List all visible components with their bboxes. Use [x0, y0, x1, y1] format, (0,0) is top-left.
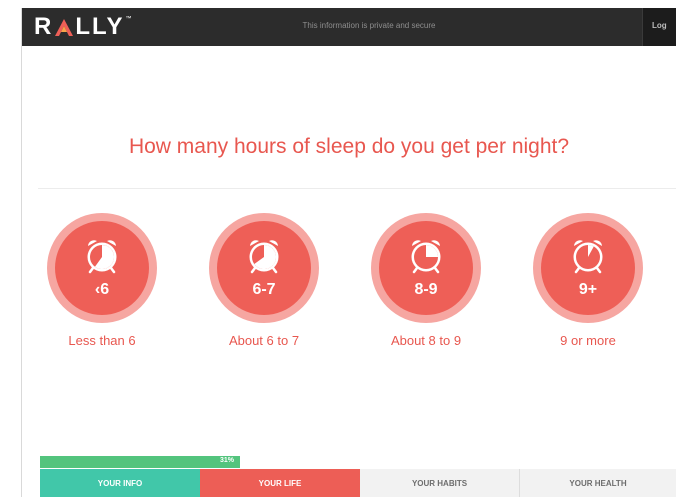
option-label[interactable]: 9 or more — [518, 333, 658, 348]
option-8-to-9[interactable]: 8-9 About 8 to 9 — [356, 213, 496, 363]
rally-logo[interactable]: R LLY ™ — [34, 13, 132, 40]
tab-your-life[interactable]: YOUR LIFE — [200, 469, 360, 497]
progress-fill: 31% — [40, 456, 240, 468]
option-label[interactable]: About 8 to 9 — [356, 333, 496, 348]
app-window: R LLY ™ This information is private and … — [22, 8, 676, 497]
option-less-than-6[interactable]: ‹6 Less than 6 — [32, 213, 172, 363]
tab-your-habits[interactable]: YOUR HABITS — [360, 469, 520, 497]
question-heading: How many hours of sleep do you get per n… — [128, 135, 570, 158]
option-ring[interactable]: 9+ — [533, 213, 643, 323]
option-6-to-7[interactable]: 6-7 About 6 to 7 — [194, 213, 334, 363]
option-badge: 9+ — [578, 281, 598, 298]
option-disc: 8-9 — [379, 221, 473, 315]
option-ring[interactable]: 6-7 — [209, 213, 319, 323]
privacy-notice: This information is private and secure — [302, 21, 436, 30]
section-tabs: YOUR INFO YOUR LIFE YOUR HABITS YOUR HEA… — [40, 469, 676, 497]
option-9-or-more[interactable]: 9+ 9 or more — [518, 213, 658, 363]
option-ring[interactable]: ‹6 — [47, 213, 157, 323]
alarm-clock-icon — [249, 240, 279, 274]
option-label[interactable]: Less than 6 — [32, 333, 172, 348]
option-disc: 6-7 — [217, 221, 311, 315]
logo-letters-lly: LLY — [75, 13, 125, 40]
login-label: Log — [652, 21, 667, 30]
option-badge: 6-7 — [252, 281, 276, 298]
alarm-clock-icon — [87, 240, 117, 274]
logo-trademark: ™ — [125, 16, 132, 22]
logo-letter-r: R — [34, 13, 54, 40]
option-disc: 9+ — [541, 221, 635, 315]
tab-your-info[interactable]: YOUR INFO — [40, 469, 200, 497]
option-disc: ‹6 — [55, 221, 149, 315]
option-ring[interactable]: 8-9 — [371, 213, 481, 323]
progress-bar: 31% — [40, 456, 240, 468]
divider — [38, 188, 676, 189]
progress-percent: 31% — [219, 457, 234, 464]
logo-triangle-icon — [54, 17, 74, 37]
alarm-clock-icon — [573, 240, 603, 274]
top-bar: R LLY ™ This information is private and … — [22, 8, 676, 46]
alarm-clock-icon — [411, 240, 441, 274]
option-badge: 8-9 — [414, 281, 438, 298]
option-badge: ‹6 — [94, 281, 110, 298]
login-button[interactable]: Log — [642, 8, 676, 46]
option-label[interactable]: About 6 to 7 — [194, 333, 334, 348]
tab-your-health[interactable]: YOUR HEALTH — [520, 469, 676, 497]
